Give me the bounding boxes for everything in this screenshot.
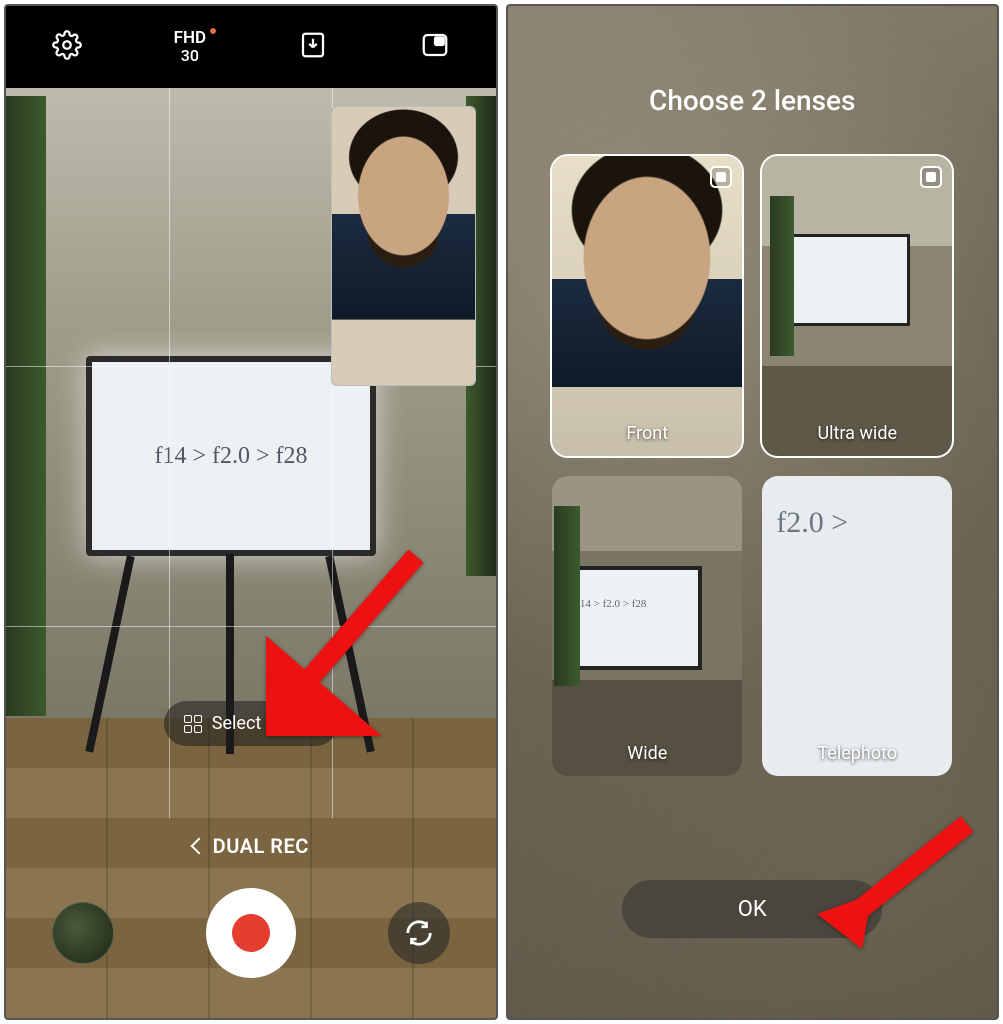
plants-left <box>6 96 46 716</box>
lenses-grid-icon <box>184 715 202 733</box>
record-button[interactable] <box>206 888 296 978</box>
lens-label: Telephoto <box>762 743 952 764</box>
settings-icon[interactable] <box>52 30 82 64</box>
right-screen-choose-lenses: Choose 2 lenses Front Ultra wide f14 > f… <box>506 4 1000 1020</box>
camera-top-bar: FHD 30 <box>6 6 496 88</box>
mode-label: DUAL REC <box>213 834 309 858</box>
lens-card-ultra-wide[interactable]: Ultra wide <box>762 156 952 456</box>
selfie-preview <box>332 107 475 385</box>
record-button-inner <box>232 914 270 952</box>
chevron-left-icon <box>190 838 207 855</box>
select-lenses-button[interactable]: Select lenses <box>164 701 338 746</box>
pip-front-camera[interactable] <box>331 106 476 386</box>
whiteboard-text: f2.0 > <box>776 506 848 540</box>
resolution-indicator-dot <box>210 28 216 34</box>
lens-label: Wide <box>552 743 742 764</box>
lens-card-telephoto[interactable]: f2.0 > Telephoto <box>762 476 952 776</box>
select-lenses-label: Select lenses <box>212 713 318 734</box>
left-screen-camera: f14 > f2.0 > f28 FHD 30 Select lenses <box>4 4 498 1020</box>
lens-label: Ultra wide <box>762 423 952 444</box>
lens-card-wide[interactable]: f14 > f2.0 > f28 Wide <box>552 476 742 776</box>
camera-mode-row[interactable]: DUAL REC <box>6 834 496 858</box>
lens-label: Front <box>552 423 742 444</box>
save-icon[interactable] <box>298 30 328 64</box>
resolution-main: FHD <box>174 30 206 48</box>
bottom-controls <box>6 888 496 978</box>
grid-line <box>6 626 496 627</box>
gallery-thumbnail[interactable] <box>52 902 114 964</box>
lens-grid: Front Ultra wide f14 > f2.0 > f28 Wide f… <box>552 156 952 776</box>
lens-card-front[interactable]: Front <box>552 156 742 456</box>
checkbox-icon <box>920 166 942 188</box>
ok-button[interactable]: OK <box>622 880 882 938</box>
ok-label: OK <box>738 897 767 922</box>
whiteboard-text: f14 > f2.0 > f28 <box>576 598 646 610</box>
resolution-button[interactable]: FHD 30 <box>174 30 206 65</box>
checkbox-icon <box>710 166 732 188</box>
choose-lenses-title: Choose 2 lenses <box>508 84 998 117</box>
switch-camera-button[interactable] <box>388 902 450 964</box>
pip-layout-icon[interactable] <box>420 30 450 64</box>
resolution-fps: 30 <box>174 48 206 65</box>
